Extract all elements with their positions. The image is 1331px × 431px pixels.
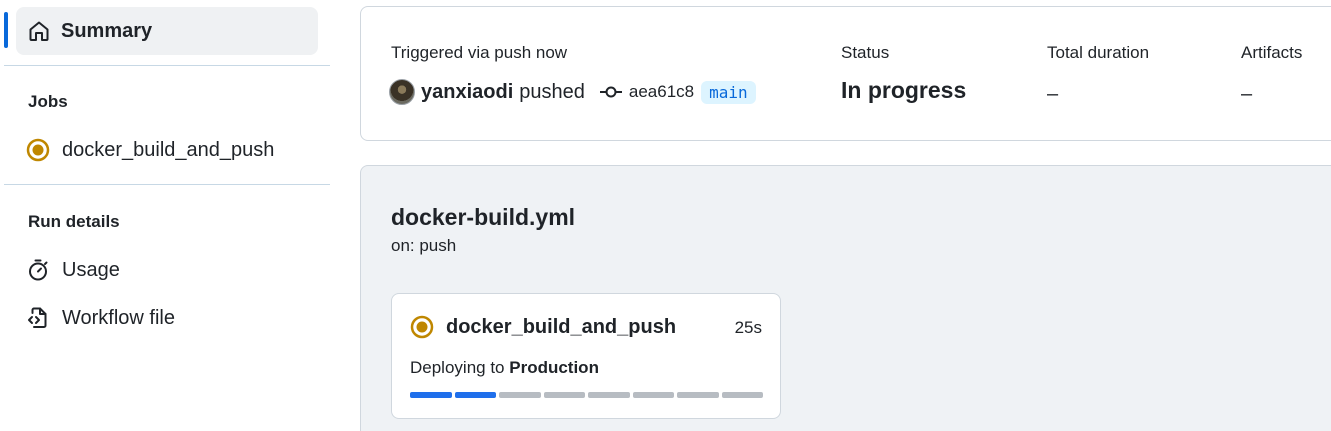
active-nav-indicator <box>4 12 8 48</box>
sidebar-divider <box>4 184 330 185</box>
job-card[interactable]: docker_build_and_push 25s Deploying to P… <box>391 293 781 419</box>
artifacts-value: – <box>1241 83 1253 105</box>
stopwatch-icon <box>26 258 50 282</box>
job-progress-bar <box>410 392 763 398</box>
job-name: docker_build_and_push <box>446 315 677 338</box>
workflow-run-page: Summary Jobs docker_build_and_push Run d… <box>0 0 1331 431</box>
sidebar-item-label: Workflow file <box>62 306 175 329</box>
sidebar-item-job[interactable]: docker_build_and_push <box>26 134 274 166</box>
run-details-heading: Run details <box>28 212 120 231</box>
sidebar-item-label: docker_build_and_push <box>62 138 275 161</box>
artifacts-label: Artifacts <box>1241 43 1303 62</box>
run-summary-header: Triggered via push now yanxiaodi pushed … <box>360 6 1331 141</box>
environment-name: Production <box>509 358 599 377</box>
workflow-trigger: on: push <box>391 236 457 255</box>
progress-segment-done <box>410 392 452 398</box>
avatar[interactable] <box>389 79 415 105</box>
workflow-file-name: docker-build.yml <box>391 204 576 230</box>
progress-segment-pending <box>677 392 719 398</box>
progress-segment-pending <box>588 392 630 398</box>
progress-segment-pending <box>721 392 763 398</box>
actor-link[interactable]: yanxiaodi <box>421 81 513 104</box>
in-progress-icon <box>26 138 50 162</box>
workflow-graph: docker-build.yml on: push docker_build_a… <box>360 165 1331 431</box>
in-progress-icon <box>410 315 434 339</box>
trigger-label: Triggered via push now <box>391 43 568 62</box>
jobs-heading: Jobs <box>28 92 68 111</box>
commit-sha-link[interactable]: aea61c8 <box>629 82 694 102</box>
status-value: In progress <box>841 77 967 103</box>
branch-badge[interactable]: main <box>701 80 756 104</box>
progress-segment-done <box>454 392 496 398</box>
home-icon <box>27 19 51 43</box>
sidebar-item-label: Usage <box>62 258 120 281</box>
sidebar: Summary Jobs docker_build_and_push Run d… <box>0 0 334 431</box>
progress-segment-pending <box>499 392 541 398</box>
push-action-text: pushed <box>519 80 585 103</box>
sidebar-divider <box>4 65 330 66</box>
sidebar-item-workflow-file[interactable]: Workflow file <box>26 302 175 334</box>
duration-value: – <box>1047 83 1059 105</box>
sidebar-item-summary[interactable]: Summary <box>16 7 318 55</box>
status-label: Status <box>841 43 890 62</box>
sidebar-item-usage[interactable]: Usage <box>26 254 120 286</box>
deployment-status: Deploying to Production <box>410 358 599 378</box>
progress-segment-pending <box>632 392 674 398</box>
job-duration: 25s <box>734 318 762 337</box>
sidebar-item-label: Summary <box>61 19 153 42</box>
progress-segment-pending <box>543 392 585 398</box>
file-code-icon <box>26 306 50 330</box>
trigger-details: yanxiaodi pushed aea61c8 main <box>389 77 756 107</box>
duration-label: Total duration <box>1047 43 1150 62</box>
deploy-prefix: Deploying to <box>410 358 510 377</box>
git-commit-icon <box>599 85 623 99</box>
job-card-header: docker_build_and_push <box>410 315 676 339</box>
